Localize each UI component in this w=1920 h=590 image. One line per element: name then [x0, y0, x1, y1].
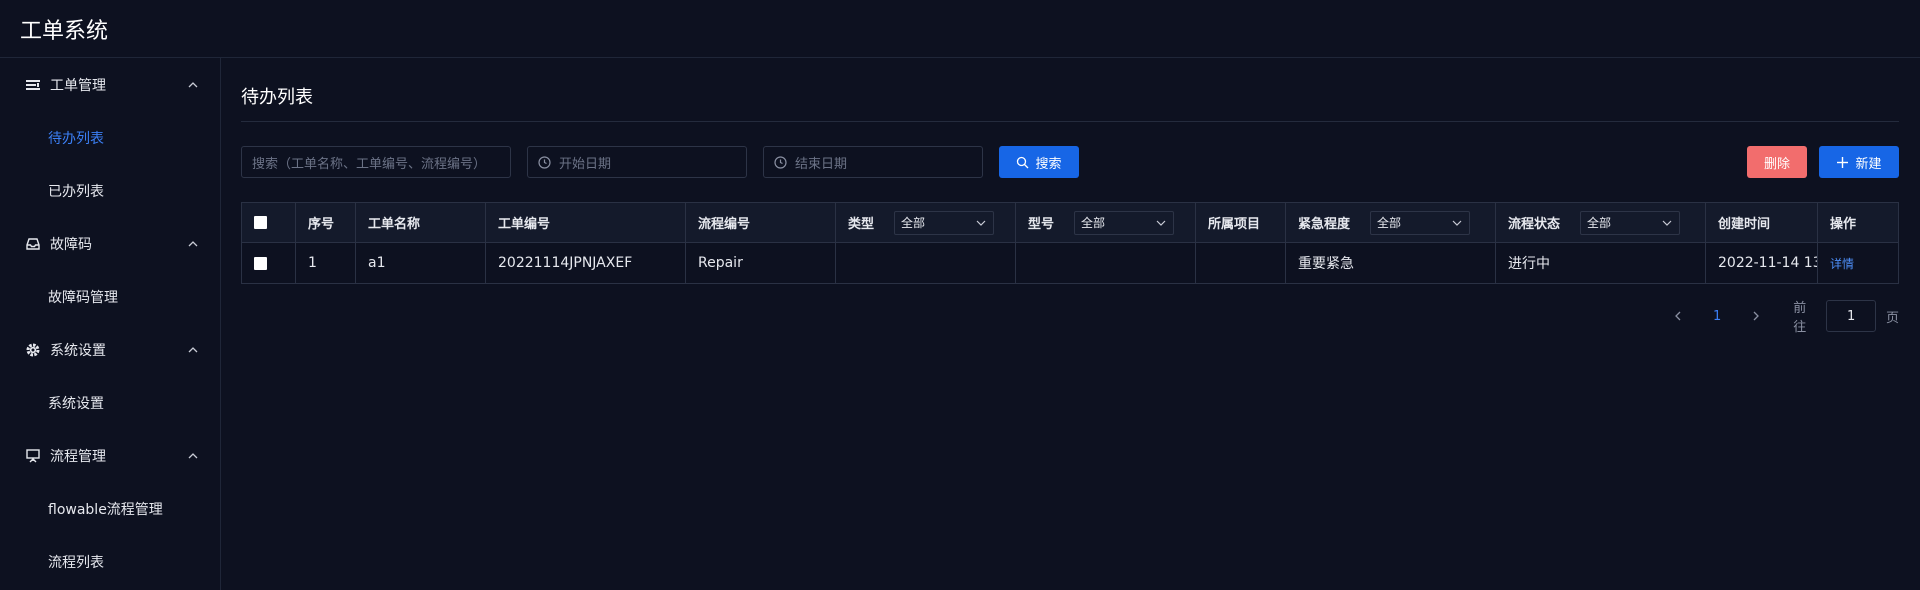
cell-status: 进行中 [1496, 243, 1706, 283]
cell-index: 1 [296, 243, 356, 283]
toolbar: 搜索（工单名称、工单编号、流程编号） 开始日期 结束日期 搜索 删除 新建 [241, 146, 1899, 180]
page-suffix: 页 [1885, 310, 1899, 326]
urgency-filter-value: 全部 [1377, 216, 1402, 230]
type-filter-value: 全部 [901, 216, 926, 230]
clock-icon [774, 155, 787, 169]
goto-label: 前往 [1793, 301, 1807, 335]
header-status: 流程状态 全部 [1496, 203, 1706, 242]
start-date-placeholder: 开始日期 [559, 156, 612, 172]
cell-urgency: 重要紧急 [1286, 243, 1496, 283]
header-flow-number: 流程编号 [686, 203, 836, 242]
chevron-up-icon [186, 237, 200, 251]
menu-group-label: 故障码 [50, 236, 92, 253]
type-filter-select[interactable]: 全部 [894, 210, 995, 235]
page-number-current[interactable]: 1 [1713, 309, 1721, 324]
sidebar-item-todo-list[interactable]: 待办列表 [0, 111, 220, 164]
header-type-label: 类型 [848, 217, 875, 232]
menu-group-work-orders[interactable]: 工单管理 [0, 58, 220, 111]
clock-icon [538, 155, 551, 169]
delete-button-label: 删除 [1763, 156, 1790, 172]
header-created: 创建时间 [1706, 203, 1818, 242]
search-input-placeholder: 搜索（工单名称、工单编号、流程编号） [252, 156, 487, 172]
goto-page-input[interactable]: 1 [1826, 300, 1876, 332]
select-all-cell [242, 203, 296, 242]
page-title: 待办列表 [241, 86, 313, 108]
cell-name: a1 [356, 243, 486, 283]
end-date-field[interactable]: 结束日期 [763, 146, 983, 178]
row-select-cell [242, 243, 296, 283]
menu-group-label: 系统设置 [50, 342, 106, 359]
pagination: 1 前往 1 页 [1671, 300, 1899, 335]
header-model: 型号 全部 [1016, 203, 1196, 242]
header-name: 工单名称 [356, 203, 486, 242]
start-date-field[interactable]: 开始日期 [527, 146, 747, 178]
table-header-row: 序号 工单名称 工单编号 流程编号 类型 全部 型号 全部 所属项目 紧急程度 [242, 203, 1898, 243]
header-project: 所属项目 [1196, 203, 1286, 242]
table-row: 1 a1 20221114JPNJAXEF Repair 重要紧急 进行中 20… [242, 243, 1898, 283]
header-model-label: 型号 [1028, 217, 1055, 232]
chevron-up-icon [186, 449, 200, 463]
header-actions: 操作 [1830, 217, 1857, 232]
chevron-down-icon [1451, 217, 1463, 229]
sidebar-item-process-list[interactable]: 流程列表 [0, 535, 220, 588]
header-number: 工单编号 [486, 203, 686, 242]
search-icon [1016, 156, 1029, 169]
cell-flow-number: Repair [686, 243, 836, 283]
page-header: 待办列表 [241, 58, 1899, 122]
chevron-down-icon [975, 217, 987, 229]
main-content: 待办列表 搜索（工单名称、工单编号、流程编号） 开始日期 结束日期 搜索 删除 [241, 58, 1900, 590]
sidebar-item-fault-code-management[interactable]: 故障码管理 [0, 270, 220, 323]
header-type: 类型 全部 [836, 203, 1016, 242]
search-button[interactable]: 搜索 [999, 146, 1079, 178]
cell-model [1016, 243, 1196, 283]
new-button-label: 新建 [1855, 156, 1882, 172]
menu-group-label: 流程管理 [50, 448, 106, 465]
menu-group-fault-codes[interactable]: 故障码 [0, 217, 220, 270]
header-urgency-label: 紧急程度 [1298, 217, 1351, 232]
chevron-down-icon [1661, 217, 1673, 229]
header-status-label: 流程状态 [1508, 217, 1561, 232]
status-filter-select[interactable]: 全部 [1580, 210, 1681, 235]
cell-project [1196, 243, 1286, 283]
next-page-icon[interactable] [1749, 309, 1763, 323]
cell-created: 2022-11-14 13: [1706, 243, 1818, 283]
inbox-icon [24, 235, 42, 253]
new-button[interactable]: 新建 [1819, 146, 1899, 178]
menu-group-label: 工单管理 [50, 77, 106, 94]
sidebar-item-done-list[interactable]: 已办列表 [0, 164, 220, 217]
gear-icon [24, 341, 42, 359]
search-input[interactable]: 搜索（工单名称、工单编号、流程编号） [241, 146, 511, 178]
urgency-filter-select[interactable]: 全部 [1370, 210, 1471, 235]
prev-page-icon[interactable] [1671, 309, 1685, 323]
sidebar: 工单管理 待办列表 已办列表 故障码 故障码管理 系统设置 系统设置 流程管理 [0, 58, 221, 590]
cell-type [836, 243, 1016, 283]
chevron-down-icon [1155, 217, 1167, 229]
header-index: 序号 [296, 203, 356, 242]
select-all-checkbox[interactable] [254, 216, 267, 229]
menu-group-system-settings[interactable]: 系统设置 [0, 323, 220, 376]
cell-actions: 详情 [1818, 243, 1898, 283]
list-icon [24, 76, 42, 94]
menu-group-process-management[interactable]: 流程管理 [0, 429, 220, 482]
model-filter-select[interactable]: 全部 [1074, 210, 1175, 235]
detail-link[interactable]: 详情 [1830, 255, 1854, 272]
plus-icon [1836, 156, 1849, 169]
presentation-icon [24, 447, 42, 465]
delete-button[interactable]: 删除 [1747, 146, 1807, 178]
sidebar-item-system-settings[interactable]: 系统设置 [0, 376, 220, 429]
sidebar-item-flowable-management[interactable]: flowable流程管理 [0, 482, 220, 535]
chevron-up-icon [186, 78, 200, 92]
status-filter-value: 全部 [1587, 216, 1612, 230]
chevron-up-icon [186, 343, 200, 357]
model-filter-value: 全部 [1081, 216, 1106, 230]
cell-number: 20221114JPNJAXEF [486, 243, 686, 283]
top-bar: 工单系统 [0, 0, 1920, 58]
header-urgency: 紧急程度 全部 [1286, 203, 1496, 242]
search-button-label: 搜索 [1035, 156, 1062, 172]
end-date-placeholder: 结束日期 [795, 156, 848, 172]
row-checkbox[interactable] [254, 256, 267, 270]
app-title: 工单系统 [20, 18, 109, 44]
work-order-table: 序号 工单名称 工单编号 流程编号 类型 全部 型号 全部 所属项目 紧急程度 [241, 202, 1899, 284]
